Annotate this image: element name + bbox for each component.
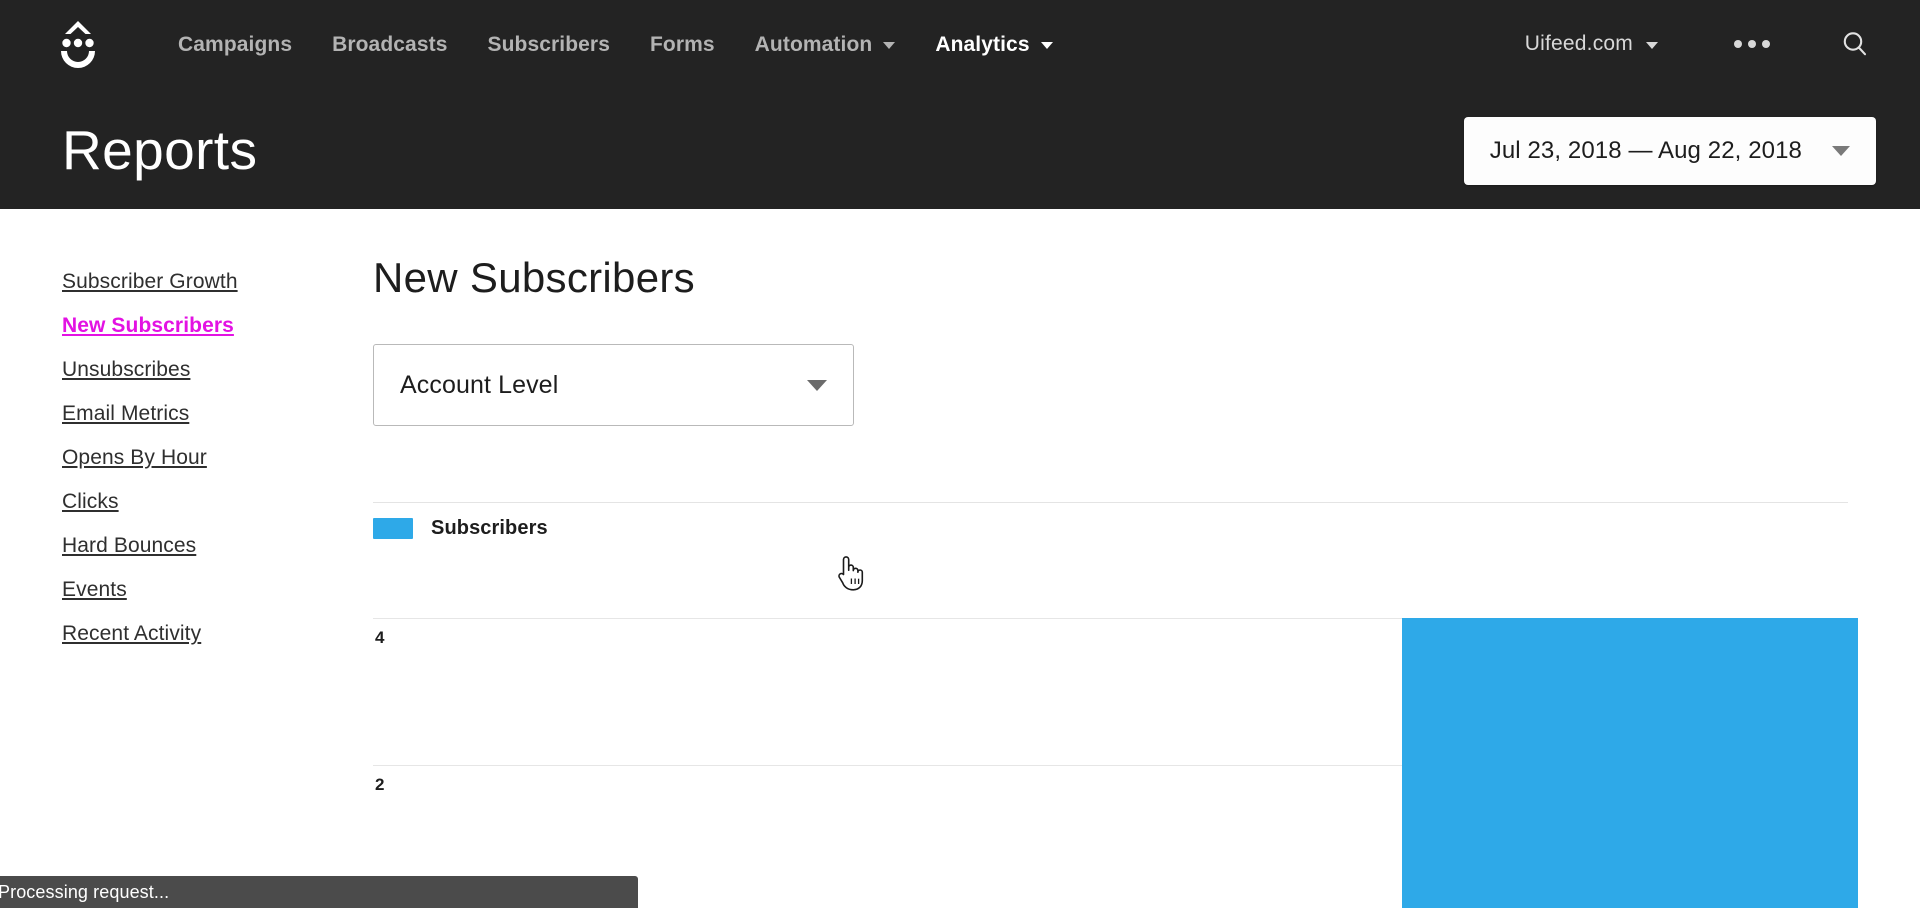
account-level-select-value: Account Level (400, 370, 559, 399)
status-message: Processing request... (0, 881, 170, 902)
main-navbar: Campaigns Broadcasts Subscribers Forms A… (0, 0, 1920, 88)
chart-top-divider (373, 502, 1848, 503)
legend-swatch-subscribers (373, 517, 413, 539)
sidebar-item-unsubscribes[interactable]: Unsubscribes (62, 359, 310, 380)
date-range-picker[interactable]: Jul 23, 2018 — Aug 22, 2018 (1463, 116, 1876, 185)
nav-link-automation-label: Automation (754, 32, 873, 56)
account-switcher[interactable]: Uifeed.com (1511, 32, 1672, 56)
dot (1734, 40, 1742, 48)
sidebar-item-opens-by-hour[interactable]: Opens By Hour (62, 447, 310, 468)
sidebar-item-hard-bounces[interactable]: Hard Bounces (62, 535, 310, 556)
more-dots-icon[interactable] (1708, 40, 1796, 48)
nav-link-subscribers[interactable]: Subscribers (467, 34, 630, 55)
y-axis-tick-2: 2 (375, 775, 385, 794)
sidebar-item-events[interactable]: Events (62, 579, 310, 600)
page-header-row: Reports Jul 23, 2018 — Aug 22, 2018 (0, 88, 1920, 209)
convertkit-smiley-logo[interactable] (52, 17, 104, 71)
chevron-down-icon (1646, 41, 1658, 49)
nav-link-analytics[interactable]: Analytics (915, 34, 1072, 55)
nav-link-forms[interactable]: Forms (630, 34, 735, 55)
top-dark-region: Campaigns Broadcasts Subscribers Forms A… (0, 0, 1920, 209)
nav-link-campaigns-label: Campaigns (178, 32, 293, 56)
navbar-right-cluster: Uifeed.com (1511, 29, 1876, 59)
page-body: Subscriber Growth New Subscribers Unsubs… (0, 209, 1920, 908)
reports-sidebar: Subscriber Growth New Subscribers Unsubs… (0, 209, 310, 908)
chevron-down-icon (1832, 145, 1850, 156)
section-title: New Subscribers (373, 254, 695, 301)
date-range-value: Jul 23, 2018 — Aug 22, 2018 (1489, 136, 1802, 164)
primary-nav-links: Campaigns Broadcasts Subscribers Forms A… (158, 34, 1073, 55)
legend-label-subscribers: Subscribers (431, 516, 548, 539)
nav-link-broadcasts-label: Broadcasts (332, 32, 448, 56)
y-axis-tick-4: 4 (375, 628, 385, 647)
dot (1748, 40, 1756, 48)
nav-link-campaigns[interactable]: Campaigns (158, 34, 312, 55)
chart-legend[interactable]: Subscribers (373, 515, 1848, 541)
nav-link-subscribers-label: Subscribers (487, 32, 610, 56)
sidebar-item-subscriber-growth[interactable]: Subscriber Growth (62, 271, 310, 292)
search-icon[interactable] (1796, 29, 1876, 59)
chart-plot-area: 4 2 (373, 618, 1858, 908)
nav-link-analytics-label: Analytics (935, 32, 1030, 56)
bar-subscribers[interactable] (1402, 618, 1858, 908)
sidebar-item-email-metrics[interactable]: Email Metrics (62, 403, 310, 424)
sidebar-item-clicks[interactable]: Clicks (62, 491, 310, 512)
chevron-down-icon (883, 41, 896, 49)
page-title: Reports (62, 119, 258, 181)
account-switcher-label: Uifeed.com (1524, 32, 1633, 55)
nav-link-forms-label: Forms (649, 32, 715, 56)
sidebar-item-recent-activity[interactable]: Recent Activity (62, 623, 310, 644)
chevron-down-icon (1040, 41, 1053, 49)
nav-link-automation[interactable]: Automation (735, 34, 916, 55)
chevron-down-icon (807, 379, 827, 391)
browser-status-bar: Processing request... (0, 876, 638, 908)
dot (1762, 40, 1770, 48)
report-main-content: New Subscribers Account Level Subscriber… (310, 209, 1920, 908)
new-subscribers-chart: Subscribers 4 2 (373, 502, 1858, 908)
sidebar-item-new-subscribers[interactable]: New Subscribers (62, 315, 310, 336)
account-level-select[interactable]: Account Level (373, 344, 854, 426)
nav-link-broadcasts[interactable]: Broadcasts (312, 34, 467, 55)
